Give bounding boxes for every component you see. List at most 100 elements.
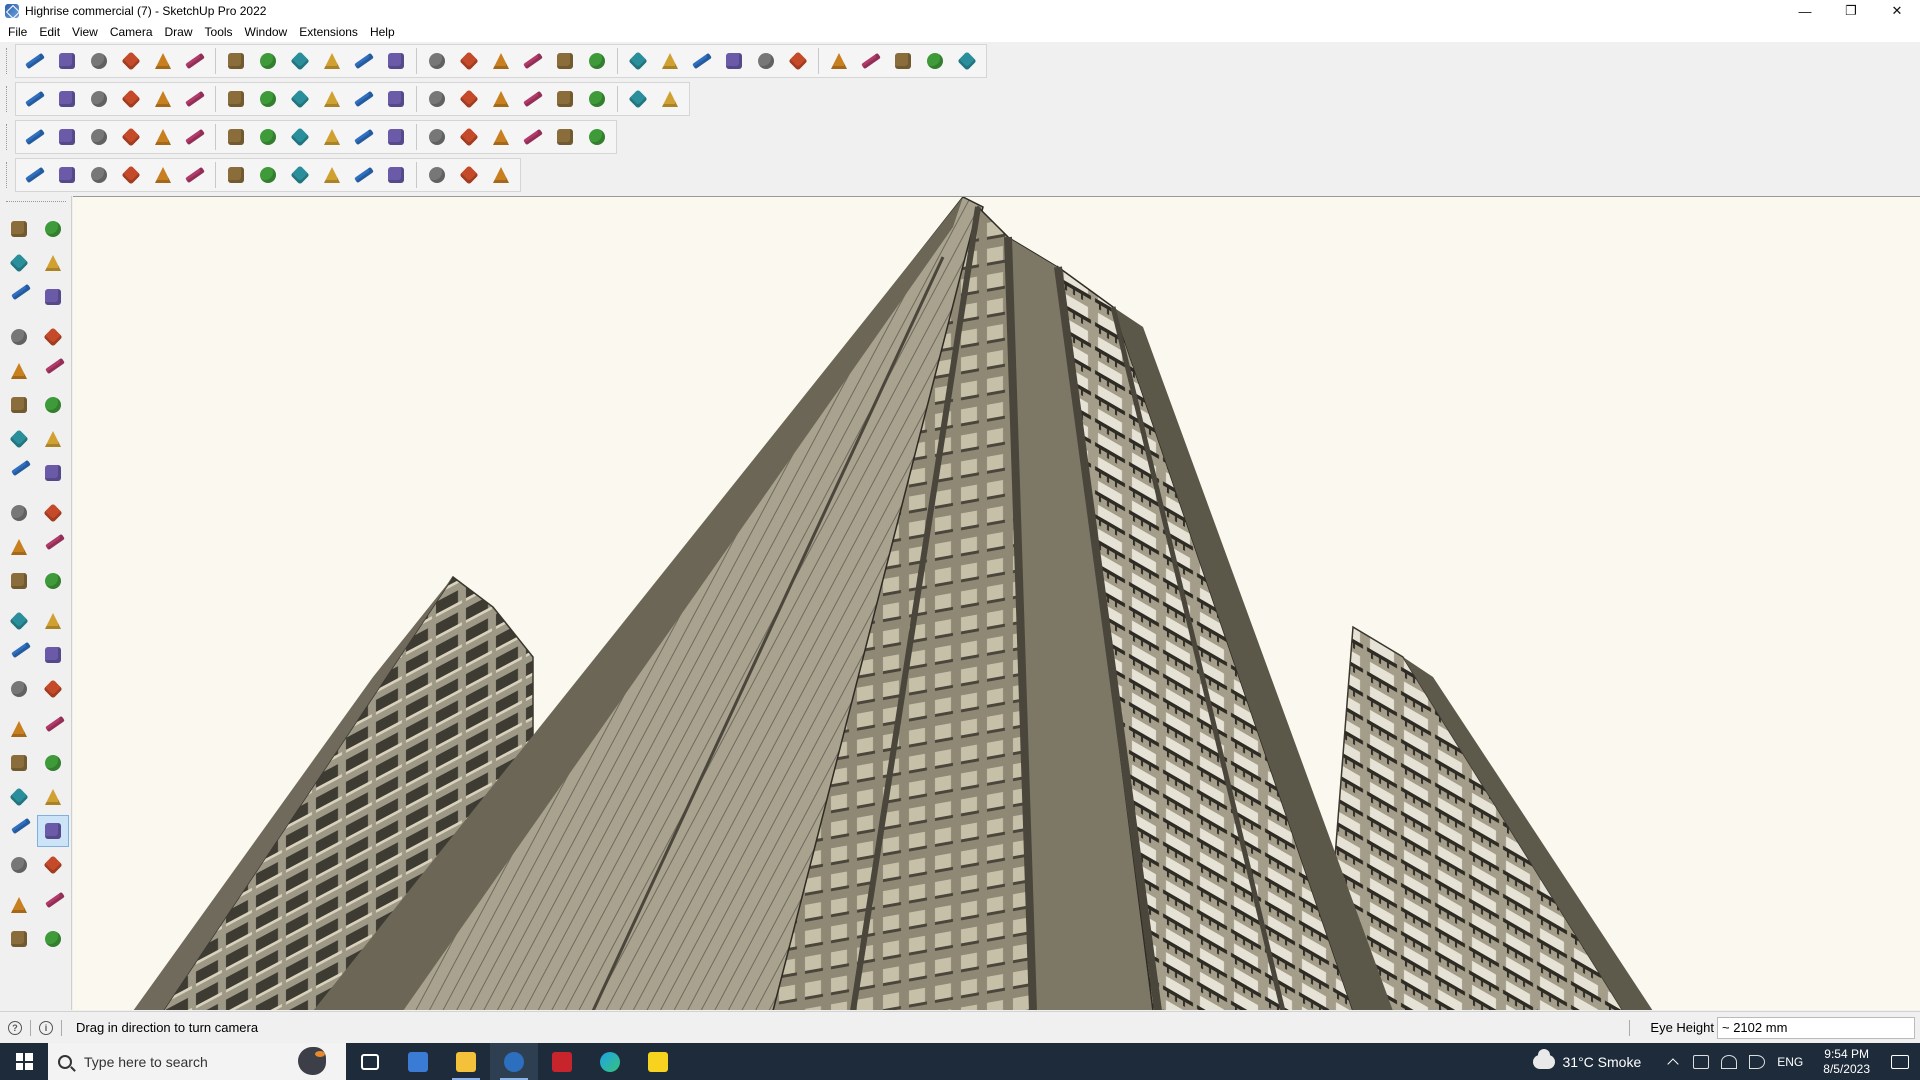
menu-help[interactable]: Help — [364, 22, 401, 42]
tape-measure-icon[interactable] — [4, 606, 34, 636]
window-icon[interactable] — [318, 86, 346, 112]
eraser-icon[interactable] — [85, 48, 113, 74]
box-icon[interactable] — [21, 86, 49, 112]
start-button[interactable] — [0, 1043, 48, 1080]
zoom-icon[interactable] — [21, 48, 49, 74]
bezier-icon[interactable] — [583, 86, 611, 112]
joint-icon[interactable] — [222, 162, 250, 188]
axes-icon[interactable] — [4, 674, 34, 704]
zoom-window-icon[interactable] — [551, 48, 579, 74]
pattern-icon[interactable] — [583, 124, 611, 150]
surface-icon[interactable] — [85, 124, 113, 150]
ellipse-icon[interactable] — [519, 86, 547, 112]
arc-icon[interactable] — [4, 424, 34, 454]
extend-icon[interactable] — [254, 162, 282, 188]
push-pull-icon[interactable] — [222, 48, 250, 74]
menu-edit[interactable]: Edit — [33, 22, 66, 42]
frame-icon[interactable] — [181, 124, 209, 150]
taskbar-search-box[interactable]: Type here to search — [48, 1043, 346, 1080]
pie-icon[interactable] — [38, 458, 68, 488]
roof-icon[interactable] — [254, 86, 282, 112]
undo-icon[interactable] — [889, 48, 917, 74]
taskbar-app-sticky-notes[interactable] — [634, 1043, 682, 1080]
text-icon[interactable] — [38, 640, 68, 670]
paint-icon[interactable] — [4, 248, 34, 278]
freehand-icon[interactable] — [38, 322, 68, 352]
menu-camera[interactable]: Camera — [104, 22, 159, 42]
3d-text-icon[interactable] — [38, 674, 68, 704]
taskbar-app-explorer[interactable] — [442, 1043, 490, 1080]
instructor-icon[interactable]: i — [39, 1020, 53, 1035]
two-point-arc-icon[interactable] — [38, 424, 68, 454]
geo-location-icon[interactable]: ? — [8, 1020, 22, 1035]
menu-window[interactable]: Window — [239, 22, 294, 42]
polyline-icon[interactable] — [53, 162, 81, 188]
move-icon[interactable] — [286, 48, 314, 74]
component-icon[interactable] — [4, 282, 34, 312]
select-icon[interactable] — [4, 214, 34, 244]
tape-measure-icon[interactable] — [382, 48, 410, 74]
text-icon[interactable] — [423, 48, 451, 74]
arc-curl-icon[interactable] — [149, 124, 177, 150]
railing-icon[interactable] — [318, 162, 346, 188]
volume-icon[interactable] — [1749, 1054, 1766, 1069]
battery-icon[interactable] — [1693, 1054, 1710, 1069]
components-icon[interactable] — [752, 48, 780, 74]
stair-run-icon[interactable] — [382, 162, 410, 188]
redo-icon[interactable] — [921, 48, 949, 74]
menu-draw[interactable]: Draw — [159, 22, 199, 42]
section-icon[interactable] — [784, 48, 812, 74]
wall-icon[interactable] — [350, 86, 378, 112]
rotate-icon[interactable] — [318, 48, 346, 74]
orbit-icon[interactable] — [487, 48, 515, 74]
louver-icon[interactable] — [455, 162, 483, 188]
styles-icon[interactable] — [624, 48, 652, 74]
select-icon[interactable] — [53, 48, 81, 74]
taskbar-app-calculator[interactable] — [394, 1043, 442, 1080]
menu-tools[interactable]: Tools — [199, 22, 239, 42]
walk-icon[interactable] — [4, 850, 34, 880]
sphere-icon[interactable] — [53, 86, 81, 112]
grid-icon[interactable] — [222, 124, 250, 150]
clock[interactable]: 9:54 PM 8/5/2023 — [1823, 1047, 1870, 1077]
dimension-icon[interactable] — [38, 606, 68, 636]
taskbar-app-autocad[interactable] — [538, 1043, 586, 1080]
glass-icon[interactable] — [423, 162, 451, 188]
cylinder-icon[interactable] — [85, 86, 113, 112]
plane-icon[interactable] — [53, 124, 81, 150]
offset-icon[interactable] — [38, 566, 68, 596]
chamfer-icon[interactable] — [181, 162, 209, 188]
scale-icon[interactable] — [350, 48, 378, 74]
cone-icon[interactable] — [350, 124, 378, 150]
offset-icon[interactable] — [85, 162, 113, 188]
house-icon[interactable] — [222, 86, 250, 112]
section-plane-icon[interactable] — [38, 850, 68, 880]
mirror-icon[interactable] — [624, 86, 652, 112]
door-icon[interactable] — [286, 86, 314, 112]
follow-me-icon[interactable] — [38, 532, 68, 562]
line-icon[interactable] — [4, 322, 34, 352]
fillet-icon[interactable] — [149, 162, 177, 188]
menu-view[interactable]: View — [66, 22, 104, 42]
cube-blue-icon[interactable] — [21, 124, 49, 150]
shadows-icon[interactable] — [720, 48, 748, 74]
pan-icon[interactable] — [519, 48, 547, 74]
show-hidden-icons-icon[interactable] — [1667, 1057, 1679, 1070]
rectangle-icon[interactable] — [4, 356, 34, 386]
paint-bucket-icon[interactable] — [455, 48, 483, 74]
taskbar-app-edge[interactable] — [586, 1043, 634, 1080]
flat-icon[interactable] — [117, 124, 145, 150]
layers-icon[interactable] — [688, 48, 716, 74]
arc-icon[interactable] — [149, 48, 177, 74]
restore-button[interactable]: ❐ — [1828, 0, 1874, 22]
push-pull-icon[interactable] — [38, 498, 68, 528]
follow-me-icon[interactable] — [254, 48, 282, 74]
highrise-model[interactable] — [73, 197, 1920, 1010]
extrude-icon[interactable] — [117, 86, 145, 112]
cross-icon[interactable] — [286, 124, 314, 150]
toolbar-grip[interactable] — [6, 86, 9, 112]
rotated-rectangle-icon[interactable] — [38, 356, 68, 386]
close-button[interactable]: ✕ — [1874, 0, 1920, 22]
xray-icon[interactable] — [656, 48, 684, 74]
pan-tool-icon[interactable] — [38, 714, 68, 744]
